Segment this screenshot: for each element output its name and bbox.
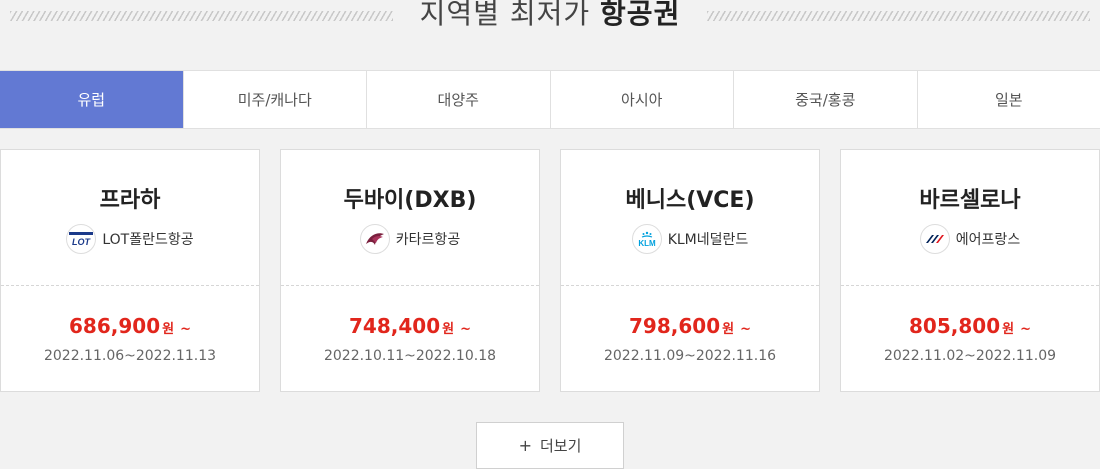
price-suffix: ~ xyxy=(460,322,471,337)
travel-dates: 2022.11.06~2022.11.13 xyxy=(43,348,217,364)
airline-name: KLM네덜란드 xyxy=(667,232,749,248)
qatar-airways-logo-icon xyxy=(359,224,390,254)
klm-logo-icon: KLM xyxy=(631,224,662,254)
travel-dates: 2022.11.09~2022.11.16 xyxy=(603,348,777,364)
more-button[interactable]: + 더보기 xyxy=(476,422,624,469)
section-title-light: 지역별 최저가 xyxy=(419,0,591,30)
airline-row: LOT LOT폴란드항공 xyxy=(1,224,259,254)
deal-card-top: 베니스(VCE) KLM KLM네덜란드 xyxy=(561,150,819,286)
airline-row: 에어프랑스 xyxy=(841,224,1099,254)
decorative-hatch-left xyxy=(10,11,393,21)
tab-europe[interactable]: 유럽 xyxy=(0,71,184,128)
deal-card-top: 프라하 LOT LOT폴란드항공 xyxy=(1,150,259,286)
svg-text:LOT: LOT xyxy=(72,237,91,246)
deal-cards: 프라하 LOT LOT폴란드항공 686,900 원 ~ 2022.11.06~… xyxy=(0,149,1100,392)
price-line: 748,400 원 ~ xyxy=(281,314,539,338)
tab-americas-canada[interactable]: 미주/캐나다 xyxy=(183,71,367,128)
deal-card-dubai[interactable]: 두바이(DXB) 카타르항공 748,400 원 ~ 2022.10.11~20… xyxy=(280,149,540,392)
destination-city: 베니스(VCE) xyxy=(625,188,755,213)
deal-card-bottom: 805,800 원 ~ 2022.11.02~2022.11.09 xyxy=(841,314,1099,364)
decorative-hatch-right xyxy=(707,11,1090,21)
deal-card-barcelona[interactable]: 바르셀로나 에어프랑스 805,800 원 ~ 2022.11.02~2022.… xyxy=(840,149,1100,392)
airline-name: 카타르항공 xyxy=(395,232,461,248)
price-suffix: ~ xyxy=(180,322,191,337)
destination-city: 프라하 xyxy=(99,188,161,213)
plus-icon: + xyxy=(518,436,532,455)
price-value: 805,800 xyxy=(909,314,1001,338)
deal-card-top: 두바이(DXB) 카타르항공 xyxy=(281,150,539,286)
price-line: 798,600 원 ~ xyxy=(561,314,819,338)
tab-asia[interactable]: 아시아 xyxy=(550,71,734,128)
deal-card-venice[interactable]: 베니스(VCE) KLM KLM네덜란드 798,600 원 ~ 2022.11… xyxy=(560,149,820,392)
price-value: 798,600 xyxy=(629,314,721,338)
lot-polish-airlines-logo-icon: LOT xyxy=(66,224,97,254)
travel-dates: 2022.11.02~2022.11.09 xyxy=(883,348,1057,364)
price-line: 805,800 원 ~ xyxy=(841,314,1099,338)
tab-japan[interactable]: 일본 xyxy=(917,71,1100,128)
price-currency: 원 xyxy=(1002,322,1015,337)
airline-row: KLM KLM네덜란드 xyxy=(561,224,819,254)
air-france-logo-icon xyxy=(919,224,950,254)
price-line: 686,900 원 ~ xyxy=(1,314,259,338)
destination-city: 바르셀로나 xyxy=(919,188,1021,213)
price-suffix: ~ xyxy=(740,322,751,337)
more-button-label: 더보기 xyxy=(540,437,582,455)
price-value: 748,400 xyxy=(349,314,441,338)
section-header: 지역별 최저가 항공권 xyxy=(0,0,1100,40)
section-title: 지역별 최저가 항공권 xyxy=(393,0,707,32)
tab-oceania[interactable]: 대양주 xyxy=(367,71,551,128)
deal-card-bottom: 686,900 원 ~ 2022.11.06~2022.11.13 xyxy=(1,314,259,364)
price-suffix: ~ xyxy=(1020,322,1031,337)
price-currency: 원 xyxy=(442,322,455,337)
deal-card-bottom: 798,600 원 ~ 2022.11.09~2022.11.16 xyxy=(561,314,819,364)
airline-name: 에어프랑스 xyxy=(955,232,1021,248)
section-title-bold: 항공권 xyxy=(600,0,681,30)
destination-city: 두바이(DXB) xyxy=(343,188,477,213)
deal-card-top: 바르셀로나 에어프랑스 xyxy=(841,150,1099,286)
price-currency: 원 xyxy=(162,322,175,337)
tab-china-hongkong[interactable]: 중국/홍콩 xyxy=(734,71,918,128)
deal-card-prague[interactable]: 프라하 LOT LOT폴란드항공 686,900 원 ~ 2022.11.06~… xyxy=(0,149,260,392)
region-tabs: 유럽 미주/캐나다 대양주 아시아 중국/홍콩 일본 xyxy=(0,70,1100,129)
airline-name: LOT폴란드항공 xyxy=(102,232,194,248)
svg-text:KLM: KLM xyxy=(638,239,656,248)
airline-row: 카타르항공 xyxy=(281,224,539,254)
price-value: 686,900 xyxy=(69,314,161,338)
deal-card-bottom: 748,400 원 ~ 2022.10.11~2022.10.18 xyxy=(281,314,539,364)
price-currency: 원 xyxy=(722,322,735,337)
travel-dates: 2022.10.11~2022.10.18 xyxy=(323,348,497,364)
